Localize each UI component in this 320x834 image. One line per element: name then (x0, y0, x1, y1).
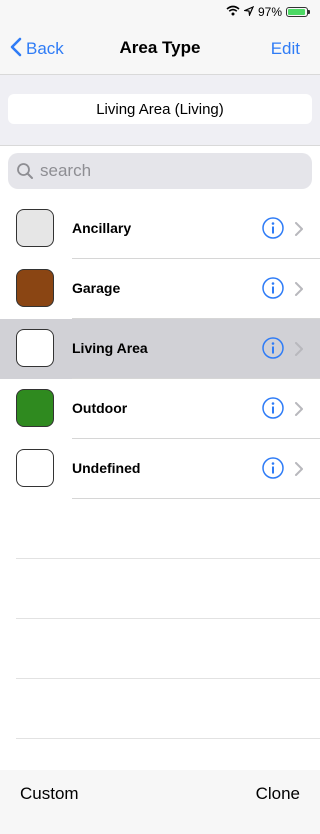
empty-row (0, 499, 320, 559)
list-item[interactable]: Undefined (0, 439, 320, 499)
search-input[interactable] (40, 161, 290, 181)
search-bar[interactable] (8, 153, 312, 189)
edit-button[interactable]: Edit (271, 39, 300, 59)
navigation-bar: Back Area Type Edit (0, 24, 320, 75)
chevron-right-icon (295, 342, 303, 356)
location-arrow-icon (242, 5, 255, 19)
chevron-right-icon (295, 222, 303, 236)
status-bar: 97% (0, 0, 320, 24)
empty-row (0, 679, 320, 739)
empty-list-area (0, 499, 320, 739)
item-label: Garage (72, 280, 121, 296)
clone-button[interactable]: Clone (256, 784, 300, 804)
battery-percent: 97% (257, 5, 282, 19)
custom-button[interactable]: Custom (20, 784, 79, 804)
info-icon[interactable] (262, 397, 284, 419)
chevron-right-icon (295, 402, 303, 416)
row-separator (16, 738, 320, 739)
color-swatch (16, 269, 54, 307)
info-icon[interactable] (262, 457, 284, 479)
area-type-list: Ancillary Garage Living Area Outdoor Und… (0, 199, 320, 499)
list-item[interactable]: Ancillary (0, 199, 320, 259)
search-icon (16, 162, 34, 180)
item-label: Ancillary (72, 220, 132, 236)
color-swatch (16, 209, 54, 247)
item-label: Outdoor (72, 400, 128, 416)
battery-icon (286, 7, 310, 17)
color-swatch (16, 329, 54, 367)
chevron-right-icon (295, 462, 303, 476)
battery-level (288, 9, 306, 15)
status-indicators: 97% (226, 3, 310, 21)
bottom-toolbar: Custom Clone (0, 770, 320, 834)
chevron-right-icon (295, 282, 303, 296)
item-label: Living Area (72, 340, 148, 356)
list-item[interactable]: Garage (0, 259, 320, 319)
item-label: Undefined (72, 460, 141, 476)
wifi-icon (226, 5, 240, 19)
current-selection: Living Area (Living) (8, 94, 312, 124)
empty-row (0, 619, 320, 679)
current-selection-panel: Living Area (Living) (0, 75, 320, 146)
info-icon[interactable] (262, 277, 284, 299)
empty-row (0, 559, 320, 619)
color-swatch (16, 449, 54, 487)
color-swatch (16, 389, 54, 427)
info-icon[interactable] (262, 217, 284, 239)
list-item[interactable]: Living Area (0, 319, 320, 379)
info-icon[interactable] (262, 337, 284, 359)
list-item[interactable]: Outdoor (0, 379, 320, 439)
